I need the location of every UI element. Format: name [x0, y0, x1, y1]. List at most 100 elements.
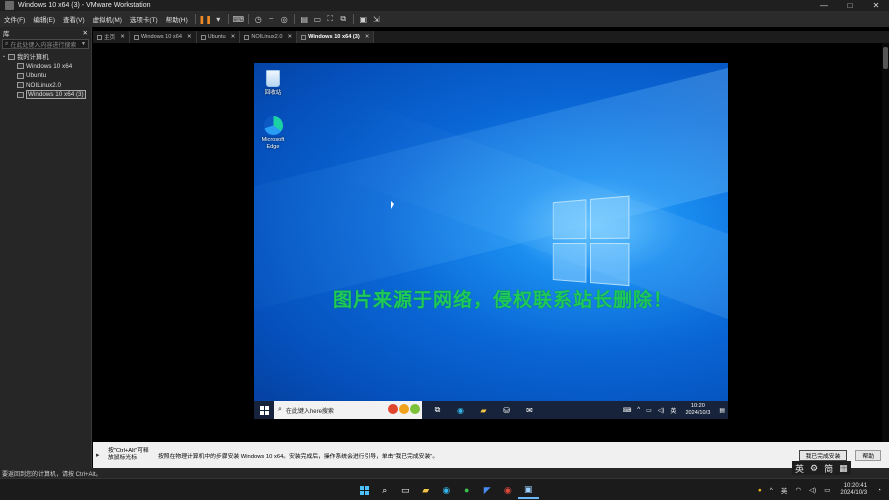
- notification-icon[interactable]: ▤: [719, 407, 725, 414]
- menu-help[interactable]: 帮助(H): [162, 14, 192, 24]
- scrollbar-thumb[interactable]: [883, 47, 888, 69]
- snapshot-icon[interactable]: ◷: [252, 13, 265, 25]
- desktop-icon-recycle-bin[interactable]: 回收站: [255, 68, 291, 97]
- battery-icon[interactable]: ▭: [824, 486, 830, 494]
- tab-vm-active[interactable]: Windows 10 x64 (3) ✕: [297, 31, 375, 43]
- toolbar-separator: [247, 14, 249, 24]
- record-icon[interactable]: ◉: [498, 481, 519, 499]
- tree-item-vm[interactable]: Ubuntu: [0, 71, 91, 81]
- chevron-up-icon[interactable]: ^: [637, 407, 640, 413]
- task-view-icon[interactable]: ⧉: [426, 401, 449, 419]
- tab-close-icon[interactable]: ✕: [365, 34, 370, 40]
- tab-close-icon[interactable]: ✕: [231, 34, 236, 40]
- tree-item-vm-selected[interactable]: Windows 10 x64 (3): [0, 90, 91, 100]
- wifi-icon[interactable]: ◠: [795, 486, 801, 494]
- host-taskbar: ⌕ ▭ ▰ ◉ ● ◤ ◉ ▣ ● ^ 英 ◠ ◁) ▭ 10:20:41 20…: [0, 478, 889, 500]
- guest-search-box[interactable]: ⌕ 在此键入here搜索: [274, 401, 422, 419]
- toolbar-separator: [227, 14, 229, 24]
- done-installing-button[interactable]: 我已完成安装: [798, 449, 848, 461]
- menu-file[interactable]: 文件(F): [0, 14, 29, 24]
- collapse-icon[interactable]: ▪: [0, 54, 8, 60]
- terminal-icon[interactable]: ▣: [357, 13, 370, 25]
- network-icon[interactable]: ▭: [646, 407, 652, 414]
- tab-label: 主页: [104, 35, 116, 41]
- windows-icon: [359, 485, 369, 495]
- edge-icon[interactable]: ◉: [436, 481, 457, 499]
- console-view-icon[interactable]: ▭: [311, 13, 324, 25]
- start-button[interactable]: [354, 481, 375, 499]
- ime-mode-indicator[interactable]: 简: [821, 462, 836, 475]
- chevron-down-icon[interactable]: ▼: [81, 41, 86, 47]
- send-ctrl-alt-del-icon[interactable]: ⌨: [232, 13, 245, 25]
- edge-icon[interactable]: ◉: [449, 401, 472, 419]
- menu-view[interactable]: 查看(V): [59, 14, 89, 24]
- close-button[interactable]: ✕: [863, 0, 889, 11]
- feishu-icon[interactable]: ◤: [477, 481, 498, 499]
- vertical-scrollbar[interactable]: [882, 43, 889, 442]
- start-button[interactable]: [254, 401, 274, 419]
- tab-close-icon[interactable]: ✕: [287, 34, 292, 40]
- tab-vm[interactable]: Ubuntu ✕: [197, 31, 241, 43]
- tab-vm[interactable]: NOILinux2.0 ✕: [240, 31, 298, 43]
- stretch-icon[interactable]: ⇲: [370, 13, 383, 25]
- volume-icon[interactable]: ◁): [658, 407, 665, 414]
- pause-icon[interactable]: ❚❚: [199, 13, 212, 25]
- vmware-taskbar-icon[interactable]: ▣: [518, 481, 539, 499]
- host-ime-indicator[interactable]: 英: [781, 485, 788, 495]
- host-pinned-apps: ⌕ ▭ ▰ ◉ ● ◤ ◉ ▣: [354, 481, 539, 499]
- tab-close-icon[interactable]: ✕: [120, 34, 125, 40]
- tree-item-label: 我的计算机: [17, 54, 49, 62]
- tab-vm[interactable]: Windows 10 x64 ✕: [130, 31, 197, 43]
- library-search-input[interactable]: ⌕ 在此处键入内容进行搜索 ▼: [2, 39, 89, 49]
- guest-system-tray: ⌨ ^ ▭ ◁) 英 10:20 2024/10/3 ▤: [620, 403, 728, 417]
- task-view-icon[interactable]: ▭: [395, 481, 416, 499]
- file-explorer-icon[interactable]: ▰: [416, 481, 437, 499]
- minimize-button[interactable]: —: [811, 0, 837, 11]
- tab-bar: 主页 ✕ Windows 10 x64 ✕ Ubuntu ✕ NOILinux2…: [93, 31, 889, 43]
- tree-item-vm[interactable]: NOILinux2.0: [0, 81, 91, 91]
- home-icon: [97, 34, 102, 40]
- tab-home[interactable]: 主页 ✕: [93, 31, 130, 43]
- ime-menu-icon[interactable]: ▦: [836, 463, 851, 474]
- volume-icon[interactable]: ◁): [809, 486, 816, 494]
- vm-icon: [133, 34, 139, 40]
- library-view-icon[interactable]: ▤: [298, 13, 311, 25]
- mail-icon[interactable]: ✉: [518, 401, 541, 419]
- menu-vm[interactable]: 虚拟机(M): [89, 14, 126, 24]
- wechat-icon[interactable]: ●: [457, 481, 478, 499]
- unity-icon[interactable]: ⧉: [337, 13, 350, 25]
- toolbar-separator: [293, 14, 295, 24]
- tab-close-icon[interactable]: ✕: [187, 34, 192, 40]
- mouse-cursor-icon: [391, 201, 394, 209]
- vm-running-icon: [17, 91, 24, 98]
- host-clock[interactable]: 10:20:41 2024/10/3: [840, 483, 867, 498]
- keyboard-icon[interactable]: ⌨: [623, 407, 632, 414]
- file-explorer-icon[interactable]: ▰: [472, 401, 495, 419]
- help-button[interactable]: 帮助: [855, 449, 881, 461]
- power-dropdown-icon[interactable]: ▾: [212, 13, 225, 25]
- notification-bell-icon[interactable]: ◔: [877, 487, 881, 494]
- tree-item-my-computer[interactable]: ▪ 我的计算机: [0, 52, 91, 62]
- menu-edit[interactable]: 编辑(E): [29, 14, 59, 24]
- snapshot-manager-icon[interactable]: ◎: [278, 13, 291, 25]
- guest-clock[interactable]: 10:20 2024/10/3: [685, 403, 710, 417]
- guest-ime-indicator[interactable]: 英: [670, 406, 676, 415]
- store-icon[interactable]: ⛁: [495, 401, 518, 419]
- menu-tabs[interactable]: 选项卡(T): [126, 14, 162, 24]
- vm-icon: [17, 72, 24, 79]
- library-close-icon[interactable]: ✕: [83, 29, 88, 37]
- tree-item-vm[interactable]: Windows 10 x64: [0, 62, 91, 72]
- guest-desktop[interactable]: 回收站 Microsoft Edge ⌕ 在此键入here搜索 ⧉ ◉ ▰ ⛁ …: [254, 63, 728, 419]
- chevron-up-icon[interactable]: ^: [770, 487, 773, 494]
- ime-settings-icon[interactable]: ⚙: [807, 463, 821, 474]
- desktop-icon-edge[interactable]: Microsoft Edge: [255, 115, 291, 150]
- ime-language-indicator[interactable]: 英: [792, 462, 807, 475]
- recycle-bin-icon: [263, 68, 283, 88]
- toolbar-separator: [352, 14, 354, 24]
- app-tray-icon[interactable]: ●: [758, 487, 762, 494]
- library-panel: 库 ✕ ⌕ 在此处键入内容进行搜索 ▼ ▪ 我的计算机 Windows 10 x…: [0, 27, 92, 468]
- search-icon[interactable]: ⌕: [375, 481, 396, 499]
- revert-snapshot-icon[interactable]: ⎯: [265, 13, 278, 25]
- fullscreen-icon[interactable]: ⛶: [324, 13, 337, 25]
- maximize-button[interactable]: □: [837, 0, 863, 11]
